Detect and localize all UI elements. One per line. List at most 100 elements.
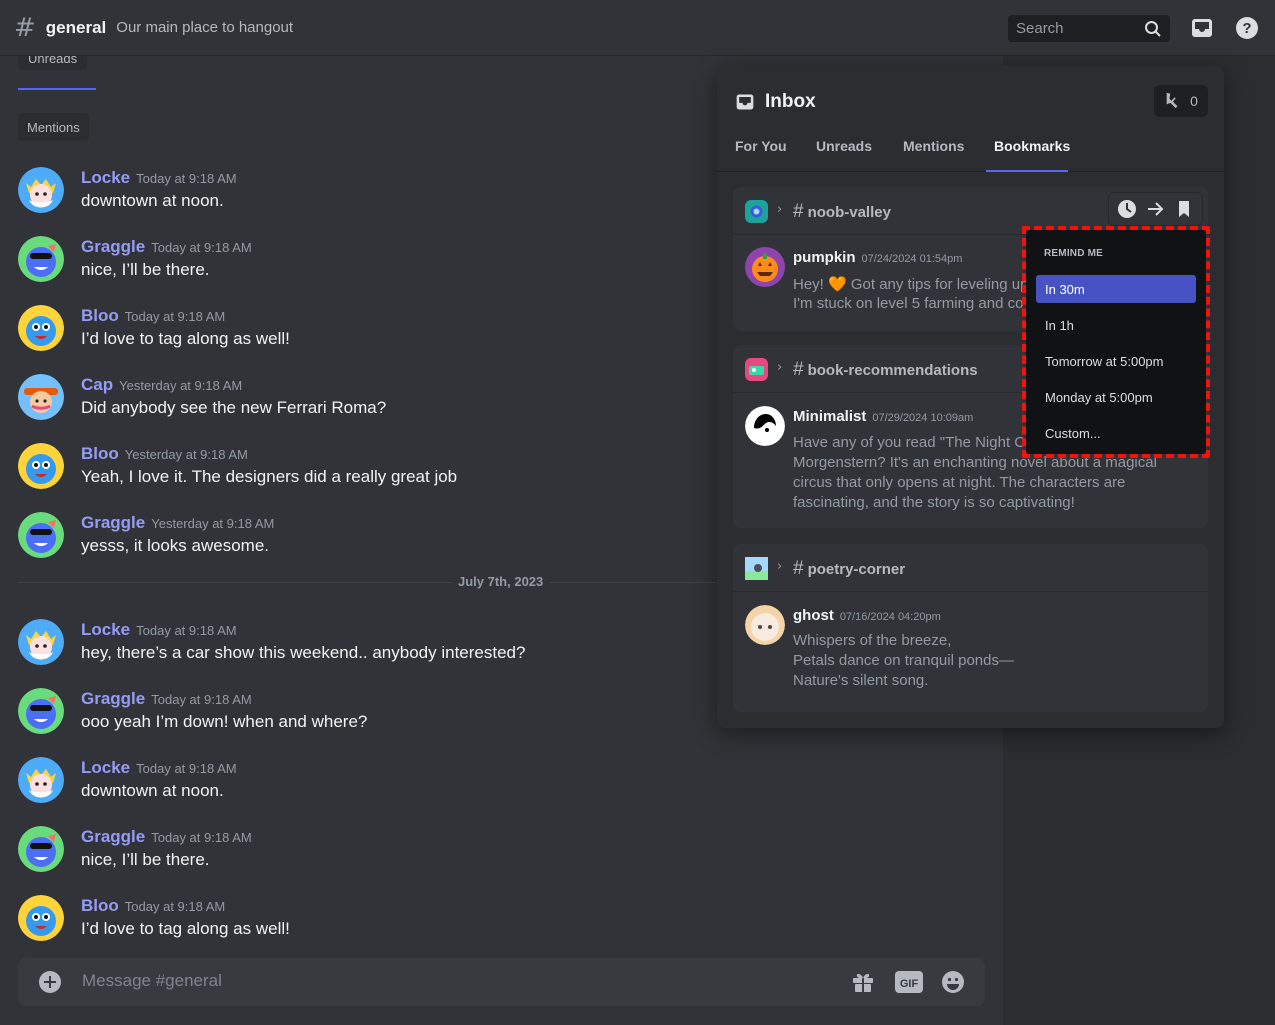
message-timestamp: Yesterday at 9:18 AM — [119, 378, 243, 393]
message-timestamp: Today at 9:18 AM — [151, 692, 252, 707]
message-timestamp: Today at 9:18 AM — [124, 309, 226, 324]
bookmark-icon[interactable] — [1173, 198, 1195, 220]
message-item[interactable]: Bloo Yesterday at 9:18 AM Yeah, I love it.… — [18, 436, 718, 496]
message-item[interactable]: Locke Today at 9:18 AM hey, there’s a car … — [18, 612, 718, 672]
card-message-line: I'm stuck on level 5 farming and co — [793, 295, 1024, 312]
mentions-filter[interactable]: Mentions — [18, 113, 89, 141]
unreads-filter[interactable]: Unreads — [18, 56, 88, 70]
message-author[interactable]: Bloo Yesterday at 9:18 AM — [81, 444, 248, 464]
avatar[interactable] — [18, 895, 64, 941]
inbox-header: Inbox 0 For You Unreads Mentions Bookmar… — [717, 66, 1224, 172]
search-box[interactable] — [1008, 15, 1170, 42]
message-item[interactable]: Locke Today at 9:18 AM downtown at noon. — [18, 750, 718, 810]
message-item[interactable]: Graggle Today at 9:18 AM nice, I’ll be the… — [18, 819, 718, 879]
remind-menu-title: REMIND ME — [1044, 248, 1104, 259]
inbox-icon[interactable] — [1190, 16, 1214, 40]
message-author[interactable]: Locke Today at 9:18 AM — [81, 168, 237, 188]
message-item[interactable]: Cap Yesterday at 9:18 AM Did anybody see t… — [18, 367, 718, 427]
chevron-right-icon: › — [777, 360, 783, 375]
emoji-icon[interactable] — [941, 970, 965, 994]
clock-icon[interactable] — [1116, 198, 1138, 220]
remind-option-custom[interactable]: Custom... — [1036, 419, 1196, 447]
message-author[interactable]: Graggle Yesterday at 9:18 AM — [81, 513, 274, 533]
message-composer[interactable]: GIF — [18, 958, 985, 1006]
channel-name: general — [45, 17, 107, 37]
card-actions-toolbar — [1108, 192, 1203, 226]
remind-option-1h[interactable]: In 1h — [1036, 311, 1196, 339]
card-channel-name: # book-recommendations — [793, 359, 978, 380]
message-author[interactable]: Bloo Today at 9:18 AM — [81, 896, 225, 916]
server-icon — [745, 358, 768, 381]
add-attachment-icon[interactable] — [38, 970, 62, 994]
remind-option-tomorrow[interactable]: Tomorrow at 5:00pm — [1036, 347, 1196, 375]
tab-unreads[interactable]: Unreads — [816, 138, 872, 154]
message-item[interactable]: Graggle Today at 9:18 AM nice, I’ll be the… — [18, 229, 718, 289]
card-author: ghost 07/16/2024 04:20pm — [793, 607, 941, 624]
avatar[interactable] — [18, 374, 64, 420]
active-tab-indicator — [986, 170, 1068, 172]
message-timestamp: Yesterday at 9:18 AM — [151, 516, 275, 531]
card-channel-name: # noob-valley — [793, 201, 891, 222]
svg-text:?: ? — [1242, 20, 1251, 37]
avatar[interactable] — [18, 757, 64, 803]
avatar[interactable] — [18, 167, 64, 213]
message-item[interactable]: Bloo Today at 9:18 AM I’d love to tag alon… — [18, 888, 718, 948]
message-timestamp: Today at 9:18 AM — [124, 899, 226, 914]
message-item[interactable]: Locke Today at 9:18 AM downtown at noon. — [18, 160, 718, 220]
message-item[interactable]: Graggle Yesterday at 9:18 AM yesss, it loo… — [18, 505, 718, 565]
avatar[interactable] — [745, 406, 785, 446]
message-item[interactable]: Graggle Today at 9:18 AM ooo yeah I’m down… — [18, 681, 718, 741]
inbox-icon — [735, 92, 755, 117]
tab-bookmarks[interactable]: Bookmarks — [994, 138, 1070, 154]
card-channel-header[interactable]: › # poetry-corner — [733, 544, 1208, 592]
message-text: downtown at noon. — [81, 191, 224, 210]
message-text: Yeah, I love it. The designers did a rea… — [81, 467, 458, 486]
card-message-line: circus that only opens at night. The cha… — [793, 474, 1126, 491]
message-author[interactable]: Graggle Today at 9:18 AM — [81, 237, 252, 257]
message-timestamp: Today at 9:18 AM — [136, 623, 237, 638]
avatar[interactable] — [18, 512, 64, 558]
avatar[interactable] — [18, 305, 64, 351]
avatar[interactable] — [745, 605, 785, 645]
remind-option-30m[interactable]: In 30m — [1036, 275, 1196, 303]
search-input[interactable] — [1016, 20, 1136, 37]
help-icon[interactable]: ? — [1235, 16, 1259, 40]
message-author[interactable]: Bloo Today at 9:18 AM — [81, 306, 225, 326]
message-author[interactable]: Graggle Today at 9:18 AM — [81, 827, 252, 847]
tab-for-you[interactable]: For You — [735, 138, 787, 154]
hashtag-icon: # — [14, 12, 36, 43]
avatar[interactable] — [745, 247, 785, 287]
remind-option-monday[interactable]: Monday at 5:00pm — [1036, 383, 1196, 411]
message-text: nice, I’ll be there. — [81, 850, 210, 869]
gift-icon[interactable] — [851, 970, 875, 994]
server-icon — [745, 557, 768, 580]
remind-me-menu: REMIND ME In 30m In 1h Tomorrow at 5:00p… — [1026, 230, 1206, 454]
avatar[interactable] — [18, 443, 64, 489]
avatar[interactable] — [18, 688, 64, 734]
message-text: downtown at noon. — [81, 781, 224, 800]
arrow-right-icon[interactable] — [1144, 198, 1166, 220]
message-author[interactable]: Locke Today at 9:18 AM — [81, 758, 237, 778]
svg-text:GIF: GIF — [900, 978, 919, 990]
gif-icon[interactable]: GIF — [895, 970, 923, 994]
message-text: hey, there’s a car show this weekend.. a… — [81, 643, 526, 662]
mention-filter-button[interactable]: 0 — [1154, 85, 1208, 117]
message-timestamp: Today at 9:18 AM — [151, 830, 252, 845]
bookmark-card[interactable]: › # poetry-corner ghost 07/16/2024 04:20pm… — [733, 544, 1208, 712]
message-timestamp: Today at 9:18 AM — [136, 761, 237, 776]
avatar[interactable] — [18, 619, 64, 665]
message-author[interactable]: Graggle Today at 9:18 AM — [81, 689, 252, 709]
message-item[interactable]: Bloo Today at 9:18 AM I’d love to tag alon… — [18, 298, 718, 358]
message-text: yesss, it looks awesome. — [81, 536, 270, 555]
message-timestamp: Today at 9:18 AM — [151, 240, 252, 255]
avatar[interactable] — [18, 236, 64, 282]
unreads-underline — [18, 88, 96, 90]
message-input[interactable] — [82, 971, 782, 991]
tab-mentions[interactable]: Mentions — [903, 138, 964, 154]
avatar[interactable] — [18, 826, 64, 872]
card-author: pumpkin 07/24/2024 01:54pm — [793, 249, 963, 266]
message-author[interactable]: Locke Today at 9:18 AM — [81, 620, 237, 640]
search-icon[interactable] — [1144, 20, 1162, 43]
card-channel-name: # poetry-corner — [793, 558, 906, 579]
message-author[interactable]: Cap Yesterday at 9:18 AM — [81, 375, 242, 395]
